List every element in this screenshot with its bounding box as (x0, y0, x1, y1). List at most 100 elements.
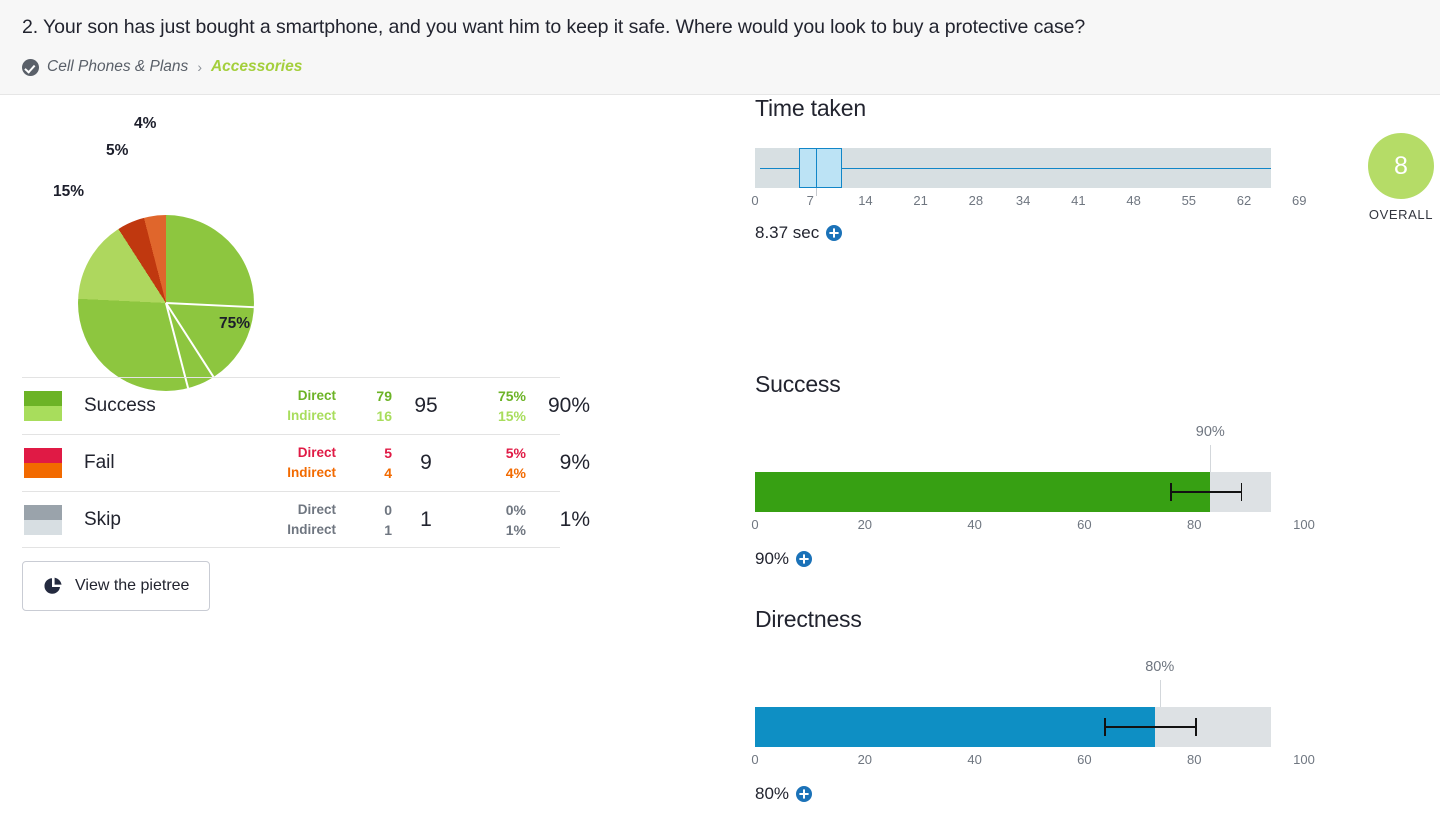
axis-tick-label: 40 (967, 517, 981, 532)
view-pietree-button[interactable]: View the pietree (22, 561, 210, 611)
path-labels: DirectIndirect (252, 500, 336, 540)
success-value-row: 90% (755, 549, 1315, 569)
success-title: Success (755, 371, 841, 398)
success-error-bar (1170, 491, 1241, 493)
directness-error-bar (1104, 726, 1195, 728)
right-panel: Time taken 8.37s 07142128344148556269 8.… (755, 95, 1315, 820)
boxplot-median-line (816, 148, 818, 188)
success-callout-label: 90% (1196, 424, 1225, 440)
left-panel: 75% 15% 5% 4% SuccessDirectIndirect79169… (0, 95, 600, 820)
axis-tick-label: 55 (1182, 193, 1196, 208)
view-pietree-label: View the pietree (75, 577, 189, 595)
path-counts: 7916 (336, 386, 398, 426)
table-row: SuccessDirectIndirect79169575%15%90% (22, 377, 560, 434)
axis-tick-label: 0 (751, 752, 758, 767)
axis-tick-label: 41 (1071, 193, 1085, 208)
breadcrumb-separator: › (197, 59, 202, 75)
path-counts: 01 (336, 500, 398, 540)
outcome-color-swatch (24, 505, 62, 535)
time-taken-value: 8.37 sec (755, 223, 819, 243)
success-axis: 020406080100 (755, 517, 1315, 537)
total-count: 95 (398, 394, 454, 418)
plus-circle-icon[interactable] (796, 786, 812, 802)
boxplot-box (799, 148, 843, 188)
time-taken-title: Time taken (755, 95, 866, 122)
outcome-pie-chart: 75% 15% 5% 4% (24, 105, 324, 365)
axis-tick-label: 0 (751, 193, 758, 208)
time-taken-value-row: 8.37 sec (755, 223, 1315, 243)
success-bar-fill (755, 472, 1210, 512)
directness-bar-track (755, 707, 1271, 747)
outcome-stats-table: SuccessDirectIndirect79169575%15%90%Fail… (22, 377, 560, 548)
pie-label-fail-indirect: 4% (134, 115, 156, 133)
plus-circle-icon[interactable] (796, 551, 812, 567)
pie-slice-separator (165, 303, 189, 389)
boxplot-axis: 07142128344148556269 (755, 193, 1315, 213)
outcome-color-swatch (24, 391, 62, 421)
overall-score-badge: 8 OVERALL (1368, 133, 1440, 222)
directness-callout-label: 80% (1145, 659, 1174, 675)
directness-value-row: 80% (755, 784, 1315, 804)
pie-label-fail-direct: 5% (106, 142, 128, 160)
path-labels: DirectIndirect (252, 443, 336, 483)
axis-tick-label: 80 (1187, 517, 1201, 532)
axis-tick-label: 34 (1016, 193, 1030, 208)
axis-tick-label: 20 (858, 517, 872, 532)
axis-tick-label: 20 (858, 752, 872, 767)
outcome-name: Success (84, 395, 252, 417)
axis-tick-label: 100 (1293, 752, 1315, 767)
table-row: FailDirectIndirect5495%4%9% (22, 434, 560, 491)
plus-circle-icon[interactable] (826, 225, 842, 241)
axis-tick-label: 100 (1293, 517, 1315, 532)
axis-tick-label: 80 (1187, 752, 1201, 767)
directness-error-cap-high (1195, 718, 1197, 736)
pie-label-success-indirect: 15% (53, 183, 84, 201)
success-callout: 90% (755, 424, 1271, 472)
total-percent: 9% (526, 451, 594, 475)
overall-score-value: 8 (1368, 133, 1434, 199)
success-value: 90% (755, 549, 789, 569)
path-percents: 5%4% (454, 443, 526, 483)
page-header: 2. Your son has just bought a smartphone… (0, 0, 1440, 95)
page-title: 2. Your son has just bought a smartphone… (22, 16, 1085, 39)
success-error-cap-low (1170, 483, 1172, 501)
path-percents: 0%1% (454, 500, 526, 540)
axis-tick-label: 60 (1077, 517, 1091, 532)
outcome-name: Fail (84, 452, 252, 474)
directness-axis: 020406080100 (755, 752, 1315, 772)
directness-error-cap-low (1104, 718, 1106, 736)
breadcrumb-current[interactable]: Accessories (211, 58, 302, 76)
axis-tick-label: 14 (858, 193, 872, 208)
axis-tick-label: 21 (913, 193, 927, 208)
path-labels: DirectIndirect (252, 386, 336, 426)
axis-tick-label: 69 (1292, 193, 1306, 208)
axis-tick-label: 62 (1237, 193, 1251, 208)
path-counts: 54 (336, 443, 398, 483)
directness-title: Directness (755, 606, 862, 633)
pie-label-success-direct: 75% (219, 315, 250, 333)
boxplot-track (755, 148, 1271, 188)
directness-value: 80% (755, 784, 789, 804)
axis-tick-label: 60 (1077, 752, 1091, 767)
pie-slices (78, 215, 254, 391)
success-bar-track (755, 472, 1271, 512)
path-percents: 75%15% (454, 386, 526, 426)
pie-slice-separator (165, 302, 214, 377)
breadcrumb: Cell Phones & Plans › Accessories (22, 58, 302, 76)
success-callout-line (1210, 445, 1211, 472)
time-taken-boxplot: 8.37s 07142128344148556269 8.37 sec (755, 148, 1315, 243)
success-error-cap-high (1241, 483, 1243, 501)
directness-callout: 80% (755, 659, 1271, 707)
directness-bar-chart: 80% 020406080100 80% (755, 659, 1315, 804)
pie-chart-icon (43, 576, 63, 596)
axis-tick-label: 40 (967, 752, 981, 767)
axis-tick-label: 7 (807, 193, 814, 208)
pie-slice-separator (166, 302, 254, 308)
breadcrumb-parent[interactable]: Cell Phones & Plans (47, 58, 188, 76)
axis-tick-label: 0 (751, 517, 758, 532)
total-count: 1 (398, 508, 454, 532)
check-circle-icon (22, 59, 39, 76)
total-percent: 90% (526, 394, 594, 418)
success-bar-chart: 90% 020406080100 90% (755, 424, 1315, 569)
outcome-name: Skip (84, 509, 252, 531)
